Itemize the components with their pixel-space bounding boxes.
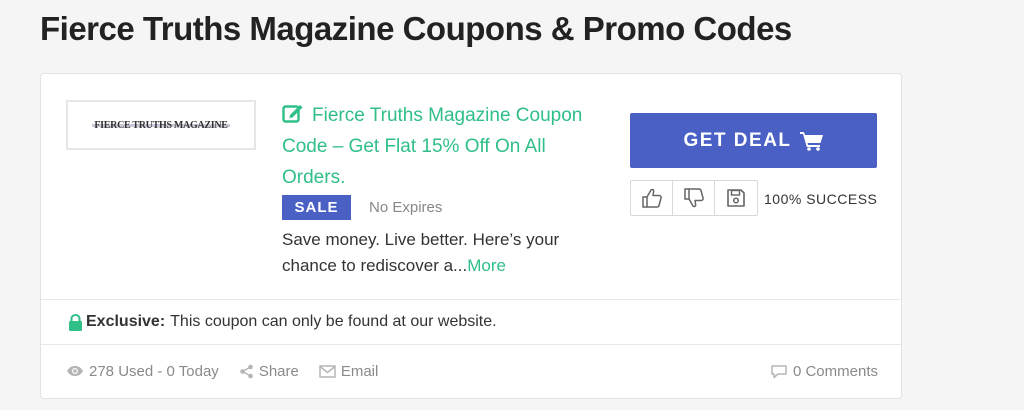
coupon-card: FIERCE TRUTHS MAGAZINE Fierce Truths Mag… <box>40 73 902 399</box>
usage-text: 278 Used - 0 Today <box>89 362 219 380</box>
more-link[interactable]: More <box>467 256 506 275</box>
expiry-text: No Expires <box>369 199 443 216</box>
coupon-description: Save money. Live better. Here’s your cha… <box>282 227 582 279</box>
coupon-title-text: Fierce Truths Magazine Coupon Code – Get… <box>282 105 583 188</box>
share-label: Share <box>258 362 299 380</box>
email-icon <box>319 364 336 378</box>
share-link[interactable]: Share <box>239 363 299 380</box>
save-button[interactable] <box>715 181 757 215</box>
exclusive-label: Exclusive: <box>86 313 166 330</box>
store-logo-text: FIERCE TRUTHS MAGAZINE <box>92 119 230 131</box>
usage-stat: 278 Used - 0 Today <box>66 363 219 380</box>
save-icon <box>727 189 745 207</box>
get-deal-button[interactable]: GET DEAL <box>630 113 877 168</box>
coupon-meta: SALE No Expires <box>282 195 442 220</box>
eye-icon <box>67 366 83 376</box>
coupon-description-text: Save money. Live better. Here’s your cha… <box>282 230 560 275</box>
comments-label: 0 Comments <box>792 362 878 380</box>
sale-badge: SALE <box>282 195 351 220</box>
thumbs-up-icon <box>641 188 662 208</box>
cart-icon <box>799 131 823 151</box>
comments-icon <box>771 364 787 378</box>
vote-group <box>630 180 758 216</box>
thumbs-down-button[interactable] <box>673 181 715 215</box>
coupon-title[interactable]: Fierce Truths Magazine Coupon Code – Get… <box>282 100 592 193</box>
coupon-footer: 278 Used - 0 Today Share Email 0 Comment… <box>66 361 878 381</box>
share-icon <box>240 364 253 378</box>
success-rate: 100% SUCCESS <box>764 191 878 207</box>
page-title: Fierce Truths Magazine Coupons & Promo C… <box>40 10 792 47</box>
store-logo[interactable]: FIERCE TRUTHS MAGAZINE <box>66 100 256 150</box>
edit-icon <box>282 105 303 123</box>
get-deal-label: GET DEAL <box>683 129 792 151</box>
divider <box>41 299 901 300</box>
email-label: Email <box>340 362 379 380</box>
exclusive-note: Exclusive: This coupon can only be found… <box>68 313 497 331</box>
thumbs-down-icon <box>683 188 704 208</box>
lock-icon <box>69 313 82 331</box>
divider <box>41 344 901 345</box>
thumbs-up-button[interactable] <box>631 181 673 215</box>
email-link[interactable]: Email <box>319 362 379 380</box>
exclusive-text: This coupon can only be found at our web… <box>170 313 497 330</box>
comments-link[interactable]: 0 Comments <box>770 363 878 380</box>
